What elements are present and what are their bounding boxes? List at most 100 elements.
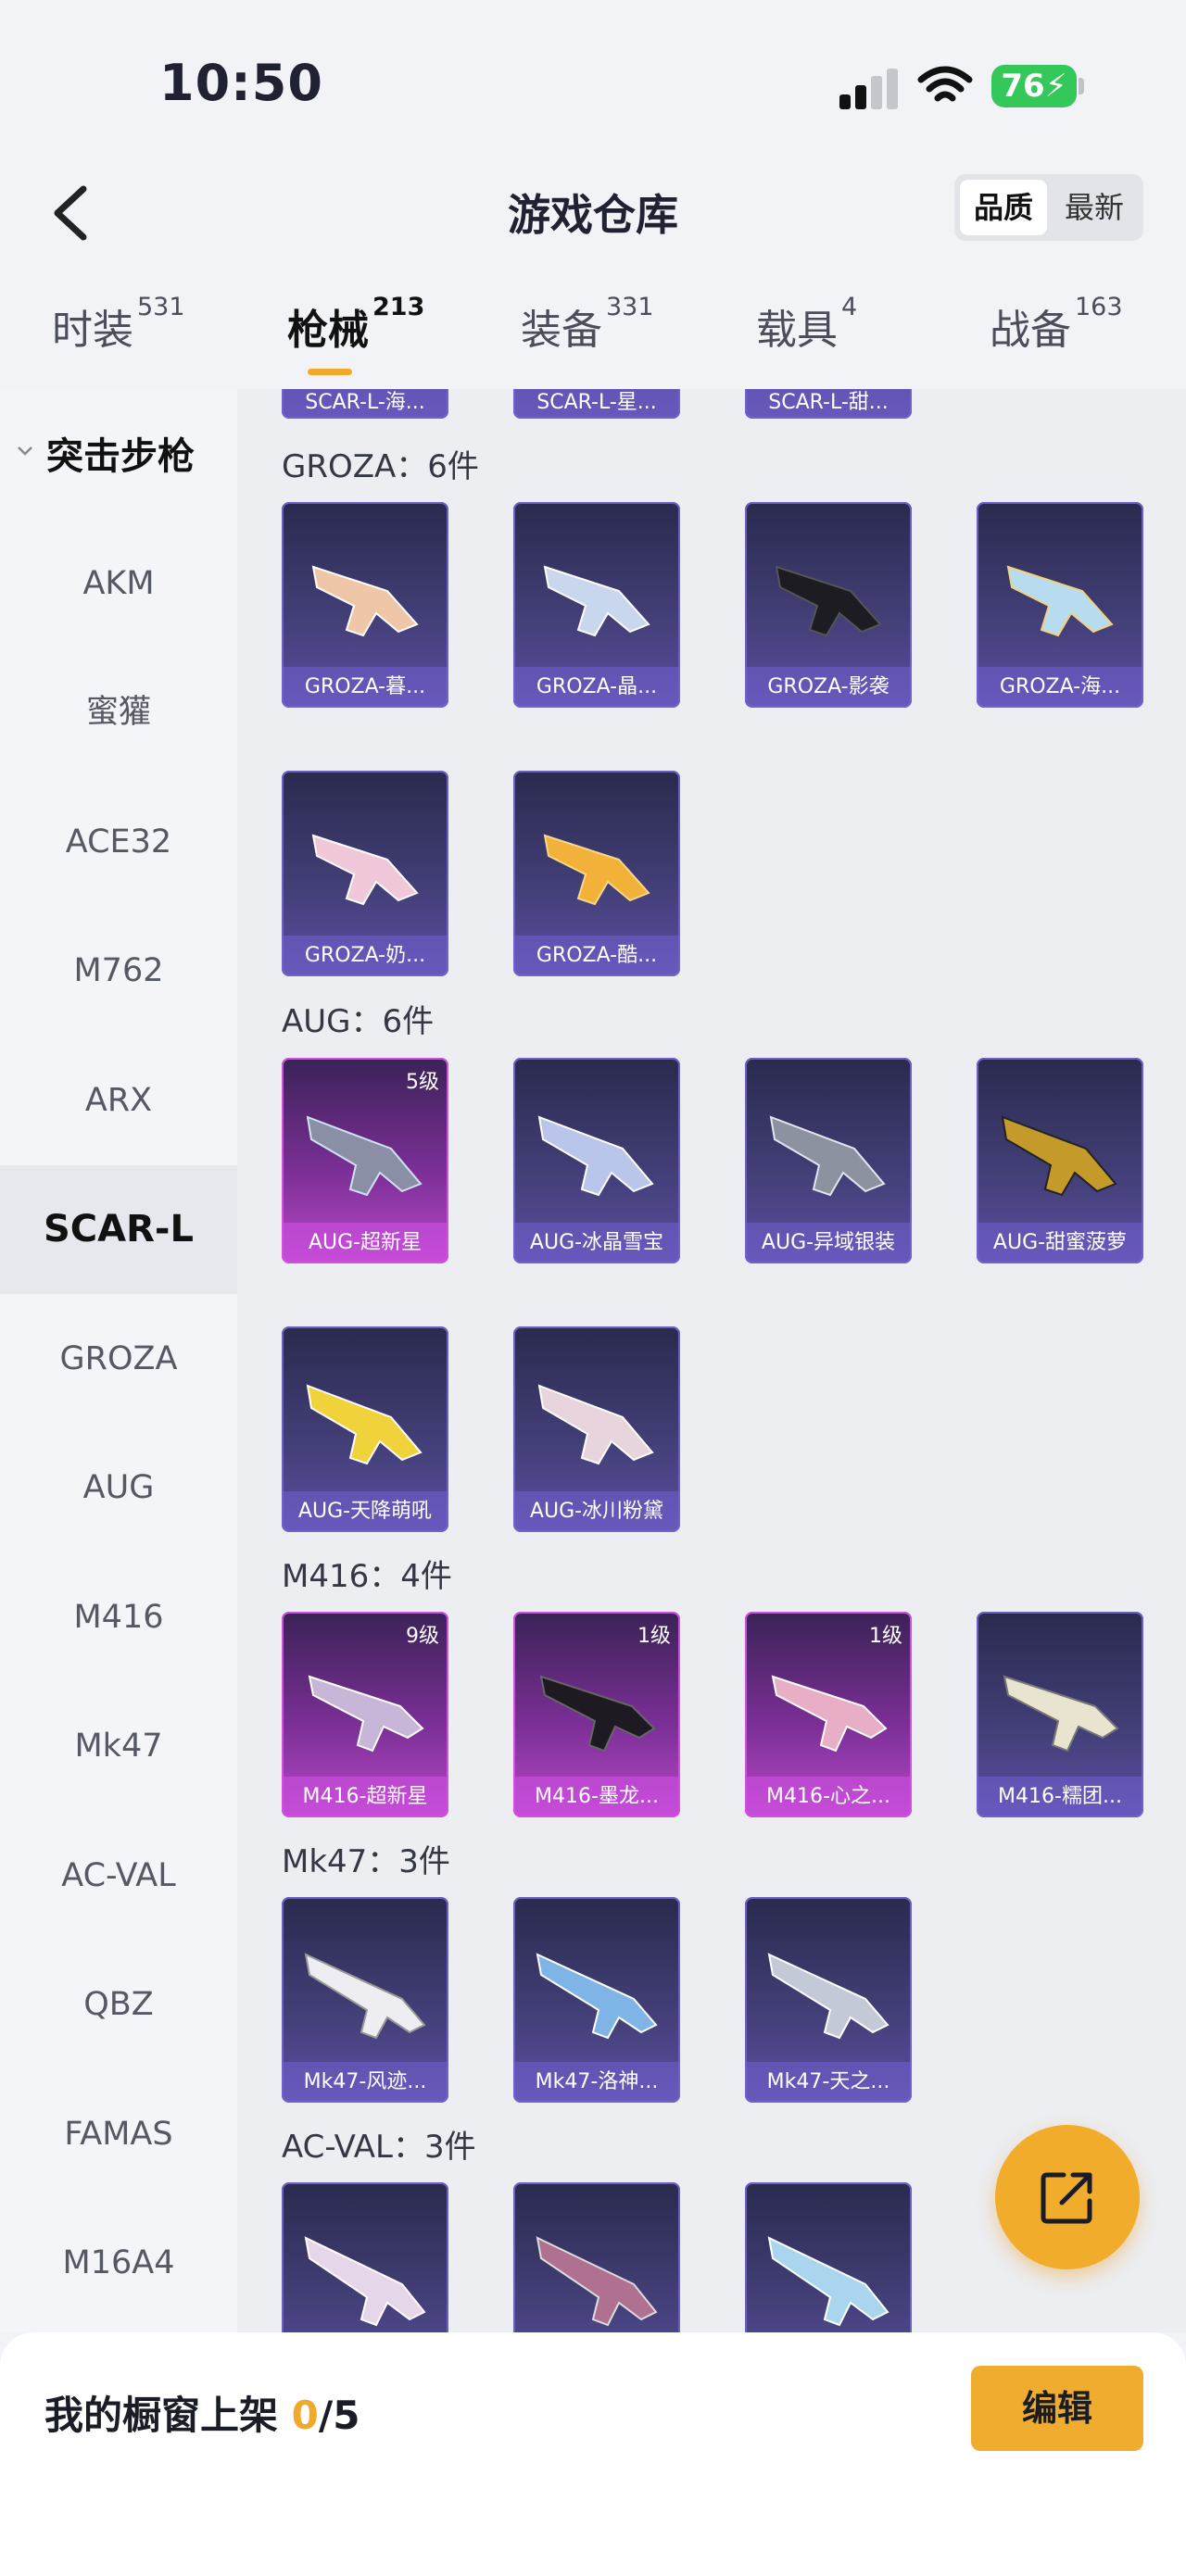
skin-level: 1级 <box>869 1625 902 1648</box>
rifle-skin-icon <box>775 565 882 637</box>
edit-button[interactable]: 编辑 <box>971 2366 1143 2451</box>
skin-card[interactable]: Mk47-洛神... <box>513 1897 680 2103</box>
skin-name: AUG-冰川粉黛 <box>513 1491 680 1532</box>
share-icon <box>1041 2172 1092 2224</box>
rifle-skin-icon <box>306 1115 423 1197</box>
tab-vehicles[interactable]: 载具 4 <box>756 293 857 356</box>
skin-card[interactable]: AUG-甜蜜菠萝 <box>977 1058 1143 1263</box>
skin-name: GROZA-奶... <box>282 936 448 976</box>
skin-card[interactable] <box>282 2182 448 2332</box>
tab-firearms[interactable]: 枪械 213 <box>287 293 425 356</box>
skin-card[interactable]: AUG-冰川粉黛 <box>513 1326 680 1532</box>
tab-count: 331 <box>606 293 654 321</box>
skin-name: Mk47-天之... <box>745 2062 912 2103</box>
cellular-signal-icon <box>839 69 898 109</box>
skin-card[interactable] <box>513 2182 680 2332</box>
sort-quality-button[interactable]: 品质 <box>960 180 1047 235</box>
sidebar-item-qbz[interactable]: QBZ <box>0 1941 237 2069</box>
skin-card[interactable]: Mk47-风迹... <box>282 1897 448 2103</box>
rifle-skin-icon <box>304 2236 426 2327</box>
rifle-skin-icon <box>767 1953 890 2040</box>
skin-name: AUG-超新星 <box>282 1223 448 1263</box>
tab-label: 装备 <box>521 307 602 354</box>
skin-card[interactable]: AUG-冰晶雪宝 <box>513 1058 680 1263</box>
showcase-label: 我的橱窗上架 <box>44 2393 292 2438</box>
section-title-aug: AUG：6件 <box>282 1003 435 1040</box>
sidebar-item-aug[interactable]: AUG <box>0 1424 237 1552</box>
battery-cap <box>1079 78 1084 94</box>
skin-name: M416-超新星 <box>282 1777 448 1817</box>
skin-name: Mk47-洛神... <box>513 2062 680 2103</box>
skin-card[interactable]: GROZA-海... <box>977 502 1143 708</box>
sidebar-item-honey-badger[interactable]: 蜜獾 <box>0 648 237 777</box>
sidebar-item-akm[interactable]: AKM <box>0 520 237 648</box>
sidebar-item-ace32[interactable]: ACE32 <box>0 778 237 907</box>
skin-card[interactable]: GROZA-晶... <box>513 502 680 708</box>
tab-count: 531 <box>137 293 185 321</box>
showcase-total: /5 <box>318 2393 360 2438</box>
skin-name: Mk47-风迹... <box>282 2062 448 2103</box>
sidebar-item-mk47[interactable]: Mk47 <box>0 1682 237 1811</box>
tab-count: 213 <box>372 293 425 321</box>
skin-card[interactable] <box>745 2182 912 2332</box>
skin-name: AUG-甜蜜菠萝 <box>977 1223 1143 1263</box>
skin-name: GROZA-影袭 <box>745 667 912 708</box>
sort-newest-button[interactable]: 最新 <box>1051 180 1138 235</box>
tab-fashion[interactable]: 时装 531 <box>52 293 185 356</box>
skin-card[interactable]: Mk47-天之... <box>745 1897 912 2103</box>
rifle-skin-icon <box>537 1115 654 1197</box>
sidebar-item-arx[interactable]: ARX <box>0 1037 237 1165</box>
sort-toggle: 品质 最新 <box>954 174 1143 241</box>
tab-equipment[interactable]: 装备 331 <box>521 293 654 356</box>
sidebar-item-ac-val[interactable]: AC-VAL <box>0 1812 237 1941</box>
sidebar-item-m16a4[interactable]: M16A4 <box>0 2199 237 2328</box>
skin-name: AUG-冰晶雪宝 <box>513 1223 680 1263</box>
skin-card[interactable]: SCAR-L-甜... <box>745 389 912 419</box>
tab-supplies[interactable]: 战备 163 <box>990 293 1123 356</box>
skin-name: AUG-天降萌吼 <box>282 1491 448 1532</box>
skin-name: AUG-异域银装 <box>745 1223 912 1263</box>
rifle-skin-icon <box>543 834 650 906</box>
skin-name: GROZA-暮... <box>282 667 448 708</box>
active-tab-indicator <box>308 369 352 375</box>
skin-name: GROZA-晶... <box>513 667 680 708</box>
battery-indicator: 76⚡ <box>991 65 1077 107</box>
sidebar-item-m416[interactable]: M416 <box>0 1553 237 1682</box>
battery-level: 76 <box>1001 68 1045 105</box>
rifle-skin-icon <box>304 1953 426 2040</box>
skin-card[interactable]: 1级 M416-墨龙... <box>513 1612 680 1817</box>
sidebar-item-m762[interactable]: M762 <box>0 907 237 1036</box>
section-title-m416: M416：4件 <box>282 1558 452 1595</box>
skin-card[interactable]: AUG-异域银装 <box>745 1058 912 1263</box>
weapon-skin-grid: SCAR-L-海... SCAR-L-星... SCAR-L-甜... GROZ… <box>237 389 1186 2332</box>
skin-card[interactable]: GROZA-奶... <box>282 771 448 976</box>
skin-card[interactable]: GROZA-影袭 <box>745 502 912 708</box>
skin-card[interactable]: M416-糯团... <box>977 1612 1143 1817</box>
skin-card[interactable]: 5级 AUG-超新星 <box>282 1058 448 1263</box>
skin-card[interactable]: SCAR-L-海... <box>282 389 448 419</box>
category-header[interactable]: 突击步枪 <box>17 426 195 480</box>
rifle-skin-icon <box>543 565 650 637</box>
sidebar-item-famas[interactable]: FAMAS <box>0 2070 237 2199</box>
skin-name: SCAR-L-星... <box>513 389 680 419</box>
skin-name: SCAR-L-甜... <box>745 389 912 419</box>
sidebar-item-scar-l[interactable]: SCAR-L <box>0 1165 237 1294</box>
rifle-skin-icon <box>771 1675 888 1753</box>
skin-card[interactable]: 1级 M416-心之... <box>745 1612 912 1817</box>
category-tabs: 时装 531 枪械 213 装备 331 载具 4 战备 163 <box>0 278 1186 389</box>
rifle-skin-icon <box>536 1953 658 2040</box>
skin-card[interactable]: GROZA-暮... <box>282 502 448 708</box>
skin-name: M416-心之... <box>745 1777 912 1817</box>
tab-label: 载具 <box>756 307 838 354</box>
tab-count: 163 <box>1075 293 1123 321</box>
skin-card[interactable]: AUG-天降萌吼 <box>282 1326 448 1532</box>
tab-label: 战备 <box>990 307 1071 354</box>
sidebar-item-groza[interactable]: GROZA <box>0 1295 237 1424</box>
skin-card[interactable]: SCAR-L-星... <box>513 389 680 419</box>
skin-name: SCAR-L-海... <box>282 389 448 419</box>
clock: 10:50 <box>159 54 323 112</box>
skin-card[interactable]: 9级 M416-超新星 <box>282 1612 448 1817</box>
rifle-skin-icon <box>308 1675 424 1753</box>
skin-card[interactable]: GROZA-酷... <box>513 771 680 976</box>
share-button[interactable] <box>995 2125 1140 2269</box>
